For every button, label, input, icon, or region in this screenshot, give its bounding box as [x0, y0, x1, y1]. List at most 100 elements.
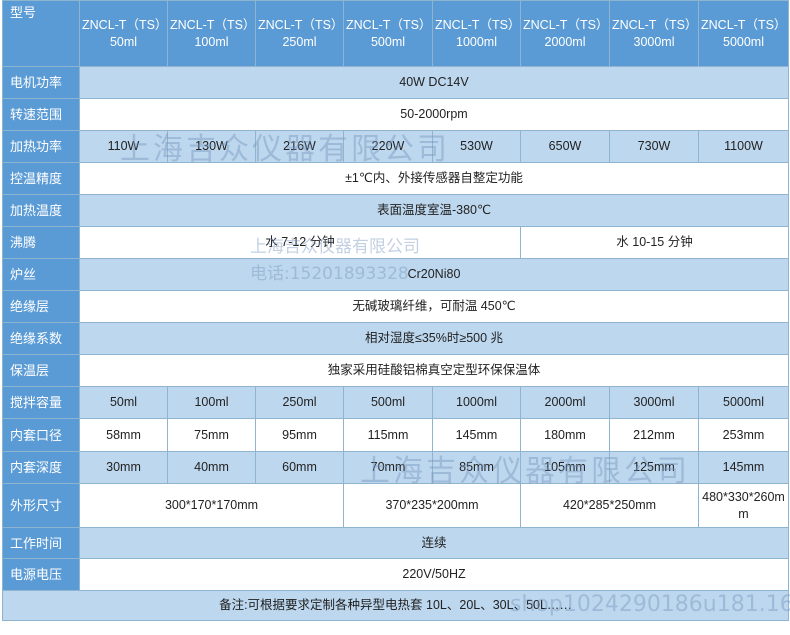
row-label: 电机功率: [2, 66, 80, 99]
row-heat-power: 加热功率 110W 130W 216W 220W 530W 650W 730W …: [2, 130, 789, 163]
wire-value: Cr20Ni80: [79, 258, 789, 291]
row-label: 绝缘层: [2, 290, 80, 323]
model-name: ZNCL-T（TS）: [435, 17, 521, 32]
row-inner-dia: 内套口径 58mm 75mm 95mm 115mm 145mm 180mm 21…: [2, 418, 789, 452]
stir-cap-cell: 3000ml: [609, 386, 699, 419]
row-stir-cap: 搅拌容量 50ml 100ml 250ml 500ml 1000ml 2000m…: [2, 386, 789, 419]
inner-depth-cell: 60mm: [255, 451, 344, 484]
row-speed: 转速范围 50-2000rpm: [2, 98, 789, 131]
row-keep-warm: 保温层 独家采用硅酸铝棉真空定型环保保温体: [2, 354, 789, 387]
stir-cap-cell: 100ml: [167, 386, 256, 419]
stir-cap-cell: 5000ml: [698, 386, 789, 419]
model-cell: ZNCL-T（TS） 500ml: [343, 0, 433, 67]
heat-power-cell: 1100W: [698, 130, 789, 163]
row-label: 控温精度: [2, 162, 80, 195]
row-label: 内套深度: [2, 451, 80, 484]
model-cell: ZNCL-T（TS） 3000ml: [609, 0, 699, 67]
row-inner-depth: 内套深度 30mm 40mm 60mm 70mm 85mm 105mm 125m…: [2, 451, 789, 484]
inner-depth-cell: 70mm: [343, 451, 433, 484]
dimension-cell: 420*285*250mm: [520, 483, 699, 528]
model-name: ZNCL-T（TS）: [82, 17, 168, 32]
inner-depth-cell: 40mm: [167, 451, 256, 484]
dimension-cell: 480*330*260mm: [698, 483, 789, 528]
model-capacity: 3000ml: [633, 34, 675, 49]
spec-table: 型号 ZNCL-T（TS） 50ml ZNCL-T（TS） 100ml ZNCL-T…: [2, 0, 789, 621]
stir-cap-cell: 2000ml: [520, 386, 610, 419]
insul-coef-value: 相对湿度≤35%时≥500 兆: [79, 322, 789, 355]
dimension-cell: 370*235*200mm: [343, 483, 521, 528]
header-label: 型号: [2, 0, 80, 67]
row-label: 转速范围: [2, 98, 80, 131]
heat-power-cell: 220W: [343, 130, 433, 163]
model-cell: ZNCL-T（TS） 5000ml: [698, 0, 789, 67]
inner-dia-cell: 145mm: [432, 418, 521, 452]
stir-cap-cell: 500ml: [343, 386, 433, 419]
inner-depth-cell: 145mm: [698, 451, 789, 484]
inner-depth-cell: 105mm: [520, 451, 610, 484]
dimension-cell: 300*170*170mm: [79, 483, 344, 528]
inner-dia-cell: 115mm: [343, 418, 433, 452]
model-cell: ZNCL-T（TS） 50ml: [79, 0, 168, 67]
row-note: 备注:可根据要求定制各种异型电热套 10L、20L、30L、50L……: [2, 590, 789, 621]
note: 备注:可根据要求定制各种异型电热套 10L、20L、30L、50L……: [2, 590, 789, 621]
row-label: 沸腾: [2, 226, 80, 259]
row-label: 保温层: [2, 354, 80, 387]
model-cell: ZNCL-T（TS） 1000ml: [432, 0, 521, 67]
heat-power-cell: 130W: [167, 130, 256, 163]
keep-warm-value: 独家采用硅酸铝棉真空定型环保保温体: [79, 354, 789, 387]
boiling-small: 水 7-12 分钟: [79, 226, 521, 259]
row-heat-temp: 加热温度 表面温度室温-380℃: [2, 194, 789, 227]
model-name: ZNCL-T（TS）: [523, 17, 609, 32]
stir-cap-cell: 50ml: [79, 386, 168, 419]
model-name: ZNCL-T（TS）: [170, 17, 256, 32]
model-cell: ZNCL-T（TS） 100ml: [167, 0, 256, 67]
heat-power-cell: 530W: [432, 130, 521, 163]
model-name: ZNCL-T（TS）: [258, 17, 344, 32]
model-capacity: 100ml: [194, 34, 229, 49]
row-insulation: 绝缘层 无碱玻璃纤维，可耐温 450℃: [2, 290, 789, 323]
inner-depth-cell: 125mm: [609, 451, 699, 484]
row-label: 外形尺寸: [2, 483, 80, 528]
row-label: 内套口径: [2, 418, 80, 452]
row-temp-ctrl: 控温精度 ±1℃内、外接传感器自整定功能: [2, 162, 789, 195]
temp-ctrl-value: ±1℃内、外接传感器自整定功能: [79, 162, 789, 195]
row-label: 工作时间: [2, 527, 80, 559]
model-name: ZNCL-T（TS）: [346, 17, 432, 32]
row-label: 炉丝: [2, 258, 80, 291]
model-capacity: 2000ml: [544, 34, 586, 49]
row-power-supply: 电源电压 220V/50HZ: [2, 558, 789, 591]
inner-depth-cell: 30mm: [79, 451, 168, 484]
inner-dia-cell: 253mm: [698, 418, 789, 452]
row-label: 加热温度: [2, 194, 80, 227]
row-motor: 电机功率 40W DC14V: [2, 66, 789, 99]
model-cell: ZNCL-T（TS） 250ml: [255, 0, 344, 67]
row-label: 绝缘系数: [2, 322, 80, 355]
row-label: 电源电压: [2, 558, 80, 591]
model-name: ZNCL-T（TS）: [701, 17, 787, 32]
heat-power-cell: 110W: [79, 130, 168, 163]
model-name: ZNCL-T（TS）: [612, 17, 698, 32]
boiling-large: 水 10-15 分钟: [520, 226, 789, 259]
row-work-time: 工作时间 连续: [2, 527, 789, 559]
model-capacity: 500ml: [370, 34, 406, 49]
heat-power-cell: 650W: [520, 130, 610, 163]
header-row: 型号 ZNCL-T（TS） 50ml ZNCL-T（TS） 100ml ZNCL-T…: [2, 0, 789, 67]
inner-dia-cell: 75mm: [167, 418, 256, 452]
heat-power-cell: 216W: [255, 130, 344, 163]
model-cell: ZNCL-T（TS） 2000ml: [520, 0, 610, 67]
stir-cap-cell: 1000ml: [432, 386, 521, 419]
inner-depth-cell: 85mm: [432, 451, 521, 484]
model-capacity: 50ml: [109, 34, 138, 49]
heat-temp-value: 表面温度室温-380℃: [79, 194, 789, 227]
row-wire: 炉丝 Cr20Ni80: [2, 258, 789, 291]
spec-sheet: 型号 ZNCL-T（TS） 50ml ZNCL-T（TS） 100ml ZNCL-T…: [0, 0, 790, 635]
row-insul-coef: 绝缘系数 相对湿度≤35%时≥500 兆: [2, 322, 789, 355]
dimension-value: 480*330*260mm: [702, 489, 785, 521]
row-label: 搅拌容量: [2, 386, 80, 419]
row-boiling: 沸腾 水 7-12 分钟 水 10-15 分钟: [2, 226, 789, 259]
insulation-value: 无碱玻璃纤维，可耐温 450℃: [79, 290, 789, 323]
inner-dia-cell: 95mm: [255, 418, 344, 452]
power-supply-value: 220V/50HZ: [79, 558, 789, 591]
speed-value: 50-2000rpm: [79, 98, 789, 131]
model-capacity: 5000ml: [723, 34, 764, 49]
